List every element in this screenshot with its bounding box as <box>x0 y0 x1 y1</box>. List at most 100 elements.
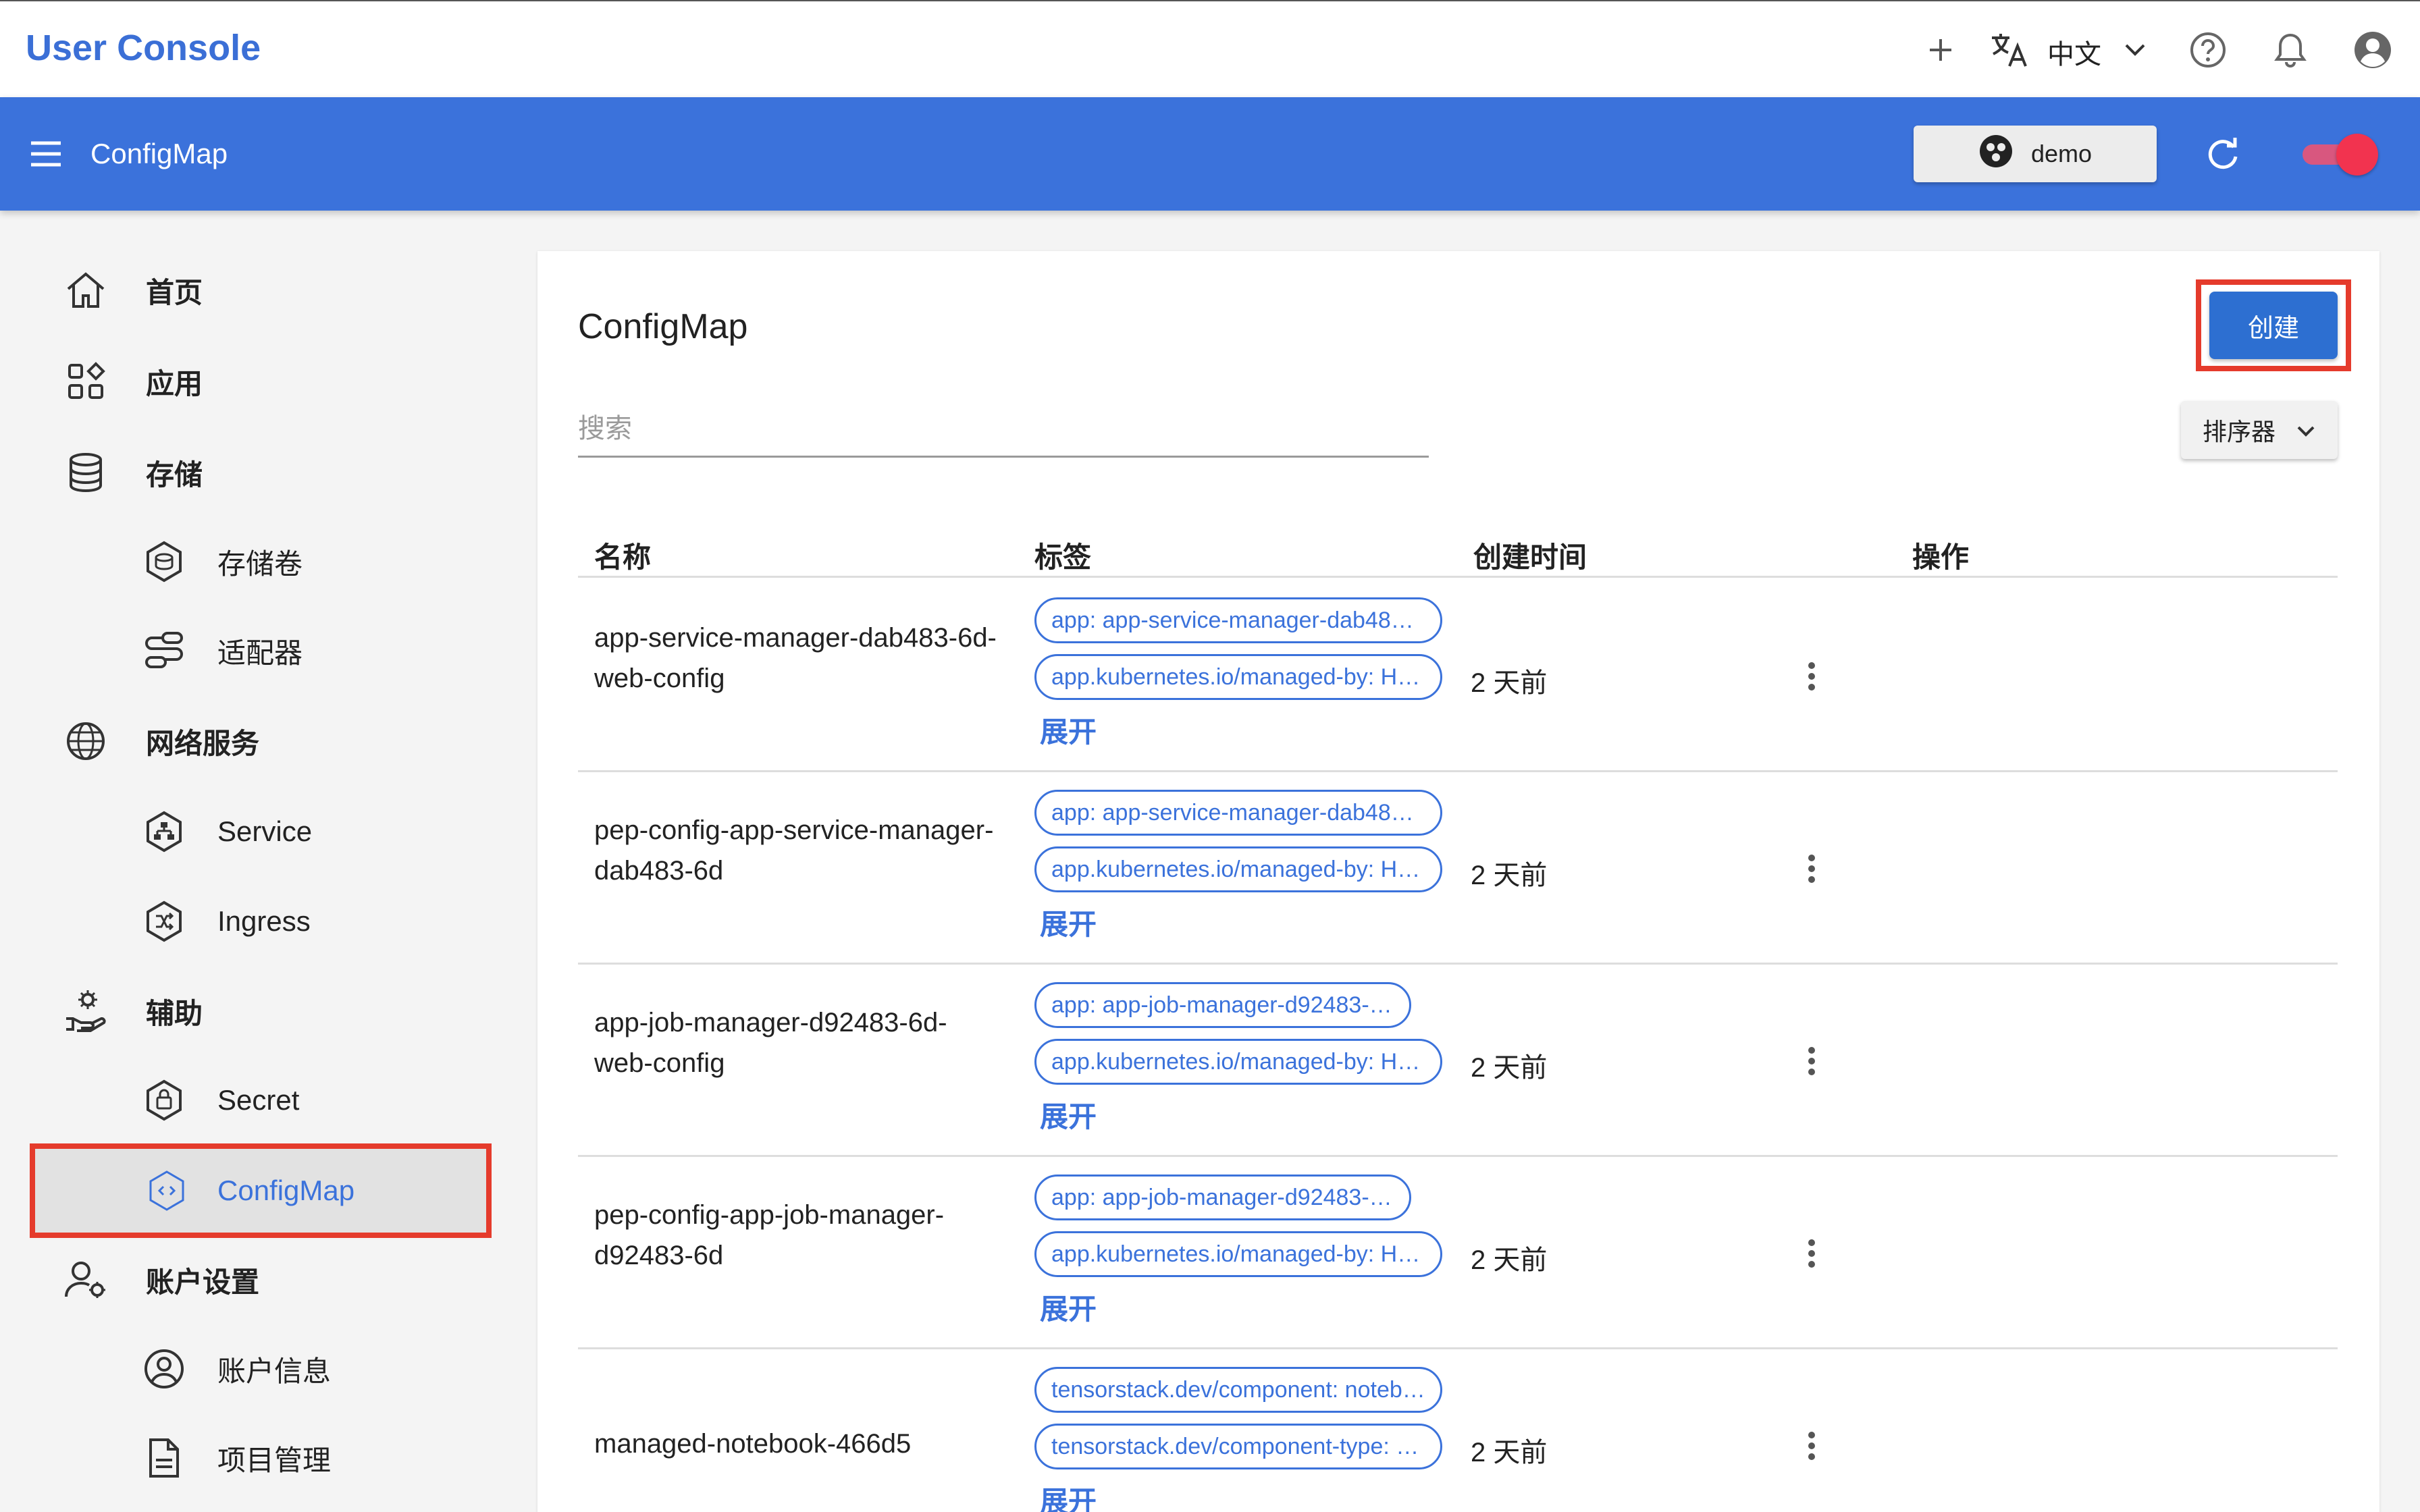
sidebar-item-label: ConfigMap <box>217 1174 355 1206</box>
help-icon[interactable] <box>2186 28 2230 72</box>
configmap-name[interactable]: pep-config-app-job-manager-d92483-6d <box>594 1195 999 1276</box>
table-row[interactable]: app-job-manager-d92483-6d-web-config app… <box>578 965 2338 1157</box>
chevron-down-icon[interactable] <box>2113 28 2157 72</box>
search-input[interactable] <box>578 386 1429 458</box>
sidebar-item-volumes[interactable]: 存储卷 <box>0 521 513 602</box>
table-header: 名称 标签 创建时间 操作 <box>578 521 2338 578</box>
account-icon[interactable] <box>2351 28 2394 72</box>
label-chip: app.kubernetes.io/managed-by: Helm <box>1034 1231 1442 1277</box>
column-header-created: 创建时间 <box>1473 541 1587 573</box>
chevron-down-icon <box>2296 416 2316 444</box>
expand-labels-link[interactable]: 展开 <box>1040 1287 1097 1328</box>
more-actions-icon[interactable] <box>1795 1230 1829 1277</box>
sidebar-item-home[interactable]: 首页 <box>0 250 513 331</box>
created-time: 2 天前 <box>1471 861 1548 890</box>
volume-icon <box>140 538 188 585</box>
sidebar-item-service[interactable]: Service <box>0 791 513 872</box>
namespace-icon <box>1978 134 2014 175</box>
refresh-icon[interactable] <box>2203 134 2243 174</box>
table-row[interactable]: app-service-manager-dab483-6d-web-config… <box>578 580 2338 772</box>
account-circle-icon <box>140 1345 188 1393</box>
sidebar-item-label: Ingress <box>217 905 311 937</box>
sidebar-item-auxiliary[interactable]: 辅助 <box>0 971 513 1052</box>
brand-title[interactable]: User Console <box>26 27 261 69</box>
sidebar-item-label: 辅助 <box>146 997 203 1029</box>
sidebar-item-label: 应用 <box>146 367 203 400</box>
namespace-label: demo <box>2030 140 2093 167</box>
label-chip: app: app-job-manager-d92483-6d <box>1034 982 1411 1028</box>
expand-labels-link[interactable]: 展开 <box>1040 1094 1097 1135</box>
configmap-name[interactable]: managed-notebook-466d5 <box>594 1424 999 1464</box>
lock-icon <box>140 1077 188 1124</box>
sort-button[interactable]: 排序器 <box>2181 401 2338 459</box>
menu-icon[interactable] <box>27 136 65 171</box>
sidebar-item-label: Secret <box>217 1084 300 1116</box>
adapter-icon <box>140 627 188 674</box>
label-chip: app: app-service-manager-dab483-6d <box>1034 597 1442 643</box>
column-header-actions: 操作 <box>1912 541 1970 573</box>
more-actions-icon[interactable] <box>1795 845 1829 892</box>
label-chip: app.kubernetes.io/managed-by: Helm <box>1034 1039 1442 1085</box>
created-time: 2 天前 <box>1471 1245 1548 1275</box>
expand-labels-link[interactable]: 展开 <box>1040 902 1097 943</box>
user-settings-icon <box>62 1256 109 1303</box>
app-bar: ConfigMap demo <box>0 97 2420 211</box>
sidebar-item-label: 网络服务 <box>146 727 260 759</box>
sidebar-item-ingress[interactable]: Ingress <box>0 881 513 962</box>
sidebar-item-apps[interactable]: 应用 <box>0 341 513 422</box>
service-icon <box>140 808 188 855</box>
home-icon <box>62 267 109 314</box>
sidebar-item-configmap[interactable]: ConfigMap <box>30 1143 492 1238</box>
app-bar-title: ConfigMap <box>90 138 228 169</box>
globe-icon <box>62 718 109 765</box>
sidebar: 首页 应用 存储 存储卷 适配器 网络服务 Service Ingress 辅助… <box>0 211 513 1512</box>
ingress-icon <box>140 898 188 945</box>
table-row[interactable]: pep-config-app-service-manager-dab483-6d… <box>578 772 2338 965</box>
created-time: 2 天前 <box>1471 1053 1548 1083</box>
sidebar-item-label: 账户设置 <box>146 1266 260 1298</box>
table-row[interactable]: managed-notebook-466d5 tensorstack.dev/c… <box>578 1349 2338 1512</box>
apps-icon <box>62 358 109 405</box>
sidebar-item-account-info[interactable]: 账户信息 <box>0 1328 513 1409</box>
sidebar-item-network[interactable]: 网络服务 <box>0 701 513 782</box>
sidebar-item-projects[interactable]: 项目管理 <box>0 1418 513 1498</box>
sidebar-item-storage[interactable]: 存储 <box>0 432 513 513</box>
label-chip: app.kubernetes.io/managed-by: Helm <box>1034 654 1442 700</box>
sidebar-item-label: 存储卷 <box>217 547 303 580</box>
label-chip: app: app-job-manager-d92483-6d <box>1034 1174 1411 1220</box>
created-time: 2 天前 <box>1471 668 1548 698</box>
more-actions-icon[interactable] <box>1795 1037 1829 1085</box>
label-chip: app: app-service-manager-dab483-6d <box>1034 790 1442 836</box>
page-title: ConfigMap <box>578 307 748 346</box>
configmap-name[interactable]: pep-config-app-service-manager-dab483-6d <box>594 810 999 891</box>
sidebar-item-account-settings[interactable]: 账户设置 <box>0 1239 513 1320</box>
sidebar-item-adapters[interactable]: 适配器 <box>0 610 513 691</box>
configmap-card: ConfigMap 创建 排序器 名称 标签 创建时间 操作 app-servi… <box>537 251 2379 1512</box>
configmap-name[interactable]: app-job-manager-d92483-6d-web-config <box>594 1002 999 1083</box>
table-row[interactable]: pep-config-app-job-manager-d92483-6d app… <box>578 1157 2338 1349</box>
auxiliary-icon <box>62 988 109 1035</box>
expand-labels-link[interactable]: 展开 <box>1040 709 1097 751</box>
theme-toggle[interactable] <box>2300 131 2379 177</box>
sidebar-item-label: 首页 <box>146 276 203 308</box>
bell-icon[interactable] <box>2269 28 2312 72</box>
sidebar-item-label: 适配器 <box>217 637 303 669</box>
sidebar-item-label: 项目管理 <box>217 1444 332 1476</box>
more-actions-icon[interactable] <box>1795 653 1829 700</box>
more-actions-icon[interactable] <box>1795 1422 1829 1469</box>
translate-icon[interactable] <box>1988 28 2031 72</box>
expand-labels-link[interactable]: 展开 <box>1040 1479 1097 1512</box>
sidebar-item-label: Service <box>217 815 313 847</box>
namespace-selector-button[interactable]: demo <box>1914 126 2157 182</box>
plus-icon[interactable] <box>1919 28 1962 72</box>
create-button[interactable]: 创建 <box>2209 292 2338 359</box>
top-bar: User Console 中文 <box>0 0 2420 97</box>
label-chip: app.kubernetes.io/managed-by: Helm <box>1034 846 1442 892</box>
sidebar-item-label: 存储 <box>146 458 203 491</box>
column-header-name: 名称 <box>594 541 652 573</box>
configmap-name[interactable]: app-service-manager-dab483-6d-web-config <box>594 618 999 699</box>
toggle-knob <box>2336 134 2378 176</box>
sidebar-item-secret[interactable]: Secret <box>0 1060 513 1141</box>
code-icon <box>143 1167 190 1214</box>
language-label[interactable]: 中文 <box>2047 32 2101 72</box>
